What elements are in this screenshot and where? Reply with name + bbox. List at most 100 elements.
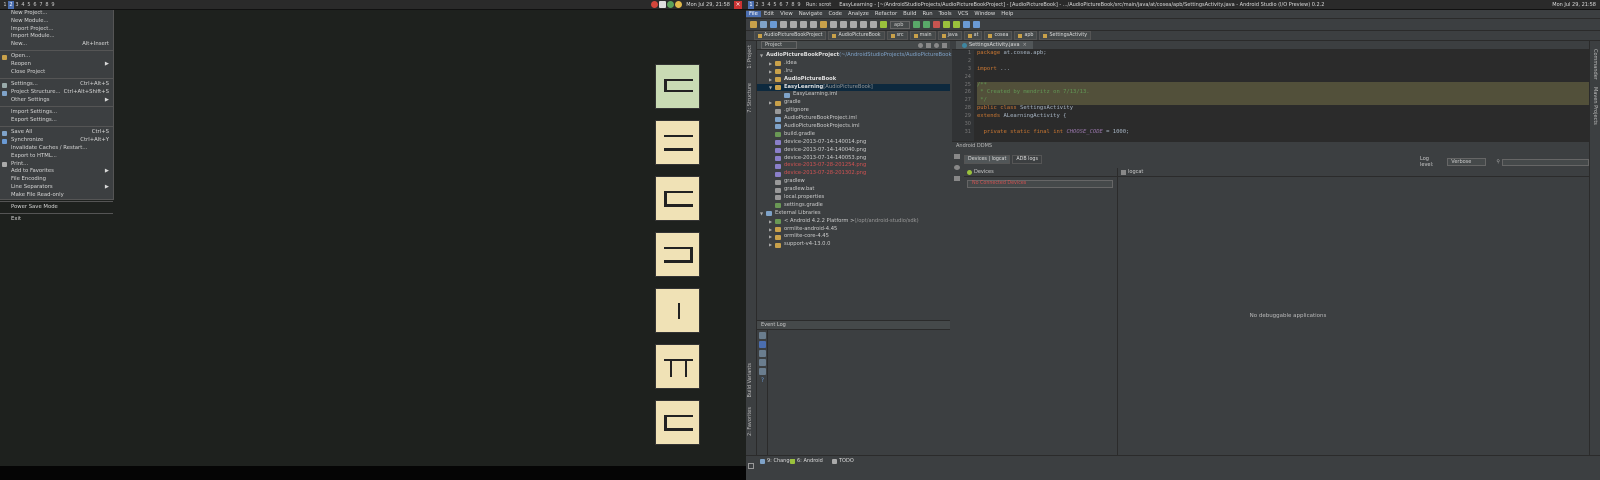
menu-item-reopen[interactable]: Reopen ▶ (0, 61, 113, 69)
redo-icon[interactable] (790, 21, 797, 28)
menu-item-make-file-read-only[interactable]: Make File Read-only (0, 192, 113, 200)
cut-icon[interactable] (800, 21, 807, 28)
tree-node[interactable]: AudioPictureBookProject.iml (757, 115, 950, 123)
menu-item-add-to-favorites[interactable]: Add to Favorites ▶ (0, 168, 113, 176)
menu-item-export-settings[interactable]: Export Settings... (0, 117, 113, 125)
paste-icon[interactable] (820, 21, 827, 28)
back-icon[interactable] (850, 21, 857, 28)
tree-node[interactable]: device-2013-07-28-201302.png (757, 170, 950, 178)
editor-tab[interactable]: SettingsActivity.java × (956, 41, 1033, 49)
gear-icon[interactable] (934, 42, 939, 48)
tree-node[interactable]: ▶ .lru (757, 68, 950, 76)
menu-item-import-project[interactable]: Import Project... (0, 26, 113, 34)
tree-node[interactable]: .gitignore (757, 107, 950, 115)
sync-icon[interactable] (770, 21, 777, 28)
menu-item-print[interactable]: Print... (0, 161, 113, 169)
tree-node[interactable]: device-2013-07-14-140053.png (757, 155, 950, 163)
menu-help[interactable]: Help (998, 11, 1016, 17)
breadcrumb-item[interactable]: java (937, 31, 962, 40)
gradle-icon[interactable] (963, 21, 971, 28)
tree-node[interactable]: ▶ < Android 4.2.2 Platform > (/opt/androi… (757, 218, 950, 226)
menu-item-other-settings[interactable]: Other Settings ▶ (0, 97, 113, 105)
project-view-selector[interactable]: Project (761, 41, 798, 49)
tool-window-project[interactable]: 1: Project (747, 45, 753, 69)
breadcrumb-item[interactable]: AudioPictureBookProject (754, 31, 827, 40)
menu-item-new[interactable]: New... Alt+Insert (0, 41, 113, 49)
log-level-select[interactable]: Verbose (1447, 158, 1487, 166)
update-icon[interactable] (667, 1, 675, 8)
menu-item-close-project[interactable]: Close Project (0, 69, 113, 77)
help-icon[interactable] (973, 21, 981, 28)
breadcrumb-item[interactable]: apb (1014, 31, 1038, 40)
copy-icon[interactable] (810, 21, 817, 28)
close-icon[interactable]: × (1023, 42, 1027, 48)
find-icon[interactable] (830, 21, 837, 28)
forward-icon[interactable] (860, 21, 867, 28)
run-config-select[interactable]: apb (890, 20, 911, 29)
sync-icon[interactable] (918, 42, 923, 48)
breadcrumb-item[interactable]: main (909, 31, 936, 40)
network-icon[interactable] (659, 1, 667, 8)
tree-node[interactable]: ▼ External Libraries (757, 210, 950, 218)
tool-window-favorites[interactable]: 2: Favorites (747, 407, 753, 436)
tree-node[interactable]: ▶ ormlite-core-4.45 (757, 233, 950, 241)
tree-node[interactable]: gradlew.bat (757, 186, 950, 194)
chrome-icon[interactable] (651, 1, 659, 8)
breadcrumb-item[interactable]: cosea (984, 31, 1013, 40)
menu-item-import-settings[interactable]: Import Settings... (0, 109, 113, 117)
record-icon[interactable] (954, 165, 960, 170)
menu-navigate[interactable]: Navigate (796, 11, 826, 17)
tree-node[interactable]: ▶ ormlite-android-4.45 (757, 226, 950, 234)
camera-icon[interactable] (954, 154, 960, 159)
workspace-9[interactable]: 9 (50, 1, 56, 9)
tree-node[interactable]: device-2013-07-14-140014.png (757, 139, 950, 147)
menu-item-save-all[interactable]: Save All Ctrl+S (0, 129, 113, 137)
tree-node[interactable]: local.properties (757, 194, 950, 202)
tree-node[interactable]: ▼ AudioPictureBookProject (~/AndroidStudi… (757, 52, 971, 60)
android-icon[interactable] (880, 21, 887, 28)
breadcrumb-item[interactable]: AudioPictureBook (828, 31, 885, 40)
make-icon[interactable] (870, 21, 877, 28)
menu-item-import-module[interactable]: Import Module... (0, 33, 113, 41)
tool-window-maven[interactable]: Maven Projects (1592, 87, 1598, 125)
close-icon[interactable]: × (734, 0, 742, 9)
tool-tab-todo[interactable]: TODO (832, 458, 854, 464)
logcat-search-input[interactable] (1502, 158, 1589, 166)
menu-run[interactable]: Run (919, 11, 935, 17)
code-area[interactable]: package at.cosea.apb; import ... /** * Cre… (977, 50, 1589, 141)
tool-window-commander[interactable]: Commander (1592, 49, 1598, 80)
avd-icon[interactable] (953, 21, 961, 28)
menu-file[interactable]: File (746, 11, 761, 17)
tree-node[interactable]: ▶ .idea (757, 60, 950, 68)
mail-icon[interactable] (675, 1, 683, 8)
menu-edit[interactable]: Edit (761, 11, 777, 17)
tab-devices-logcat[interactable]: Devices | logcat (964, 155, 1011, 164)
menu-item-project-structure[interactable]: Project Structure... Ctrl+Alt+Shift+S (0, 89, 113, 97)
tree-node[interactable]: device-2013-07-14-140040.png (757, 147, 950, 155)
layout-toggle-icon[interactable] (748, 463, 754, 469)
clear-icon[interactable] (759, 368, 766, 375)
tool-window-structure[interactable]: 7: Structure (747, 83, 753, 113)
tree-node[interactable]: ▼ EasyLearning [AudioPictureBook] (757, 83, 950, 92)
menu-item-open[interactable]: Open... (0, 53, 113, 61)
menu-code[interactable]: Code (825, 11, 845, 17)
tree-node[interactable]: build.gradle (757, 131, 950, 139)
menu-item-power-save-mode[interactable]: Power Save Mode (0, 204, 113, 212)
menu-view[interactable]: View (777, 11, 796, 17)
menu-item-file-encoding[interactable]: File Encoding (0, 176, 113, 184)
tool-window-build-variants[interactable]: Build Variants (747, 363, 753, 397)
menu-tools[interactable]: Tools (936, 11, 955, 17)
tree-node[interactable]: gradlew (757, 178, 950, 186)
tree-node[interactable]: ▶ gradle (757, 99, 950, 107)
tree-node[interactable]: device-2013-07-28-201254.png (757, 162, 950, 170)
expand-arrow-icon[interactable]: ▼ (760, 52, 763, 60)
hide-icon[interactable] (942, 42, 947, 48)
collapse-icon[interactable] (926, 42, 931, 48)
tree-node[interactable]: AudioPictureBookProjects.iml (757, 123, 950, 131)
help-icon[interactable]: ? (759, 377, 766, 384)
menu-item-exit[interactable]: Exit (0, 216, 113, 224)
menu-item-invalidate-caches-restart[interactable]: Invalidate Caches / Restart... (0, 145, 113, 153)
tool-tab-android[interactable]: 6: Android (790, 458, 823, 464)
scroll-icon[interactable] (759, 341, 766, 348)
code-editor[interactable]: SettingsActivity.java × 1 2 3 24 25 26 27 28 29 3… (952, 41, 1589, 141)
